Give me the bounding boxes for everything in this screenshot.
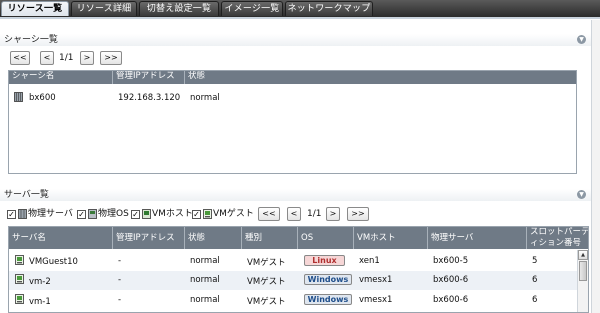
chevron-down-icon[interactable]: ▼: [577, 190, 586, 199]
chassis-icon: [14, 92, 23, 102]
column-header[interactable]: スロットパーティション番号: [527, 227, 588, 249]
filter-label: 物理サーバ: [28, 209, 73, 219]
chassis-name: bx600: [29, 93, 56, 103]
tab-image-list[interactable]: イメージ一覧: [221, 1, 283, 16]
server-panel-header: サーバ一覧 ▼: [0, 189, 591, 201]
server-status: normal: [190, 295, 220, 305]
chassis-ip: 192.168.3.120: [118, 93, 181, 103]
column-header[interactable]: 管理IPアドレス: [113, 227, 185, 249]
server-first-page-button[interactable]: <<: [258, 207, 280, 221]
filter-vm-guest-checkbox[interactable]: ✓: [192, 210, 201, 219]
table-row[interactable]: vm-2 - normal VMゲスト Windows vmesx1 bx600…: [9, 271, 588, 290]
server-icon: [88, 209, 97, 219]
tab-bar: リソース一覧 リソース詳細 切替え設定一覧 イメージ一覧 ネットワークマップ: [0, 0, 600, 19]
table-row[interactable]: vm-1 - normal VMゲスト Windows vmesx1 bx600…: [9, 291, 588, 310]
chassis-table-header: シャーシ名 管理IPアドレス 状態: [9, 71, 576, 84]
server-table: サーバ名 管理IPアドレス 状態 種別 OS VMホスト 物理サーバ スロットパ…: [8, 226, 589, 313]
column-header[interactable]: シャーシ名: [9, 71, 113, 84]
os-badge: Windows: [304, 274, 352, 285]
server-name: vm-1: [29, 297, 51, 307]
column-header[interactable]: サーバ名: [9, 227, 113, 249]
chassis-panel-title: シャーシ一覧: [4, 35, 58, 45]
chassis-table-body: bx600 192.168.3.120 normal: [9, 85, 576, 173]
chassis-page-info: 1/1: [59, 53, 74, 63]
server-name: VMGuest10: [29, 257, 78, 267]
server-type: VMゲスト: [247, 258, 286, 268]
chassis-table: シャーシ名 管理IPアドレス 状態 bx600 192.168.3.120 no…: [8, 70, 577, 174]
os-badge: Linux: [304, 255, 345, 266]
server-next-page-button[interactable]: >: [326, 207, 340, 221]
chassis-next-page-button[interactable]: >: [80, 51, 94, 65]
server-vm-host: vmesx1: [359, 295, 393, 305]
column-header[interactable]: VMホスト: [354, 227, 428, 249]
server-physical: bx600-6: [433, 275, 469, 285]
server-status: normal: [190, 256, 220, 266]
table-row[interactable]: VMGuest10 - normal VMゲスト Linux xen1 bx60…: [9, 251, 588, 270]
server-page-info: 1/1: [307, 209, 322, 219]
server-ip: -: [118, 256, 122, 266]
chassis-prev-page-button[interactable]: <: [40, 51, 54, 65]
column-header[interactable]: 種別: [242, 227, 298, 249]
server-icon: [18, 209, 27, 219]
vm-server-icon: [15, 294, 24, 304]
server-name: vm-2: [29, 277, 51, 287]
tab-switch-settings[interactable]: 切替え設定一覧: [139, 1, 219, 16]
server-last-page-button[interactable]: >>: [347, 207, 369, 221]
chassis-status: normal: [190, 93, 220, 103]
server-type: VMゲスト: [247, 277, 286, 287]
chassis-first-page-button[interactable]: <<: [10, 51, 30, 65]
server-ip: -: [118, 295, 122, 305]
tab-resource-details[interactable]: リソース詳細: [71, 1, 137, 16]
column-header[interactable]: 管理IPアドレス: [113, 71, 185, 84]
server-physical: bx600-5: [433, 256, 469, 266]
server-ip: -: [118, 275, 122, 285]
filter-label: VMホスト: [152, 209, 193, 219]
server-panel-title: サーバ一覧: [4, 190, 49, 200]
column-header[interactable]: 状態: [185, 71, 576, 84]
page-scrollbar[interactable]: [591, 20, 600, 313]
vm-server-icon: [15, 274, 24, 284]
chevron-down-icon[interactable]: ▼: [577, 35, 586, 44]
server-slot: 6: [532, 275, 538, 285]
server-table-scrollbar[interactable]: ▲: [577, 250, 588, 312]
column-header[interactable]: OS: [298, 227, 354, 249]
filter-label: 物理OS: [98, 209, 129, 219]
os-badge: Windows: [304, 294, 352, 305]
chassis-panel-header: シャーシ一覧 ▼: [0, 34, 591, 46]
column-header[interactable]: 物理サーバ: [428, 227, 527, 249]
chassis-last-page-button[interactable]: >>: [100, 51, 122, 65]
server-icon: [142, 209, 151, 219]
server-slot: 5: [532, 256, 538, 266]
server-table-header: サーバ名 管理IPアドレス 状態 種別 OS VMホスト 物理サーバ スロットパ…: [9, 227, 588, 249]
server-vm-host: vmesx1: [359, 275, 393, 285]
filter-physical-os-checkbox[interactable]: ✓: [77, 210, 86, 219]
vm-server-icon: [203, 209, 212, 219]
tab-resource-list[interactable]: リソース一覧: [1, 1, 69, 16]
filter-physical-server-checkbox[interactable]: ✓: [7, 210, 16, 219]
server-slot: 6: [532, 295, 538, 305]
column-header[interactable]: 状態: [185, 227, 242, 249]
server-type: VMゲスト: [247, 297, 286, 307]
server-physical: bx600-6: [433, 295, 469, 305]
server-prev-page-button[interactable]: <: [287, 207, 301, 221]
scroll-up-icon[interactable]: ▲: [578, 250, 588, 260]
table-row[interactable]: bx600 192.168.3.120 normal: [9, 91, 576, 105]
server-status: normal: [190, 275, 220, 285]
filter-label: VMゲスト: [213, 209, 254, 219]
filter-vm-host-checkbox[interactable]: ✓: [131, 210, 140, 219]
scroll-thumb[interactable]: [579, 261, 587, 281]
tab-network-map[interactable]: ネットワークマップ: [285, 1, 373, 16]
server-vm-host: xen1: [359, 256, 380, 266]
vm-server-icon: [15, 255, 24, 265]
